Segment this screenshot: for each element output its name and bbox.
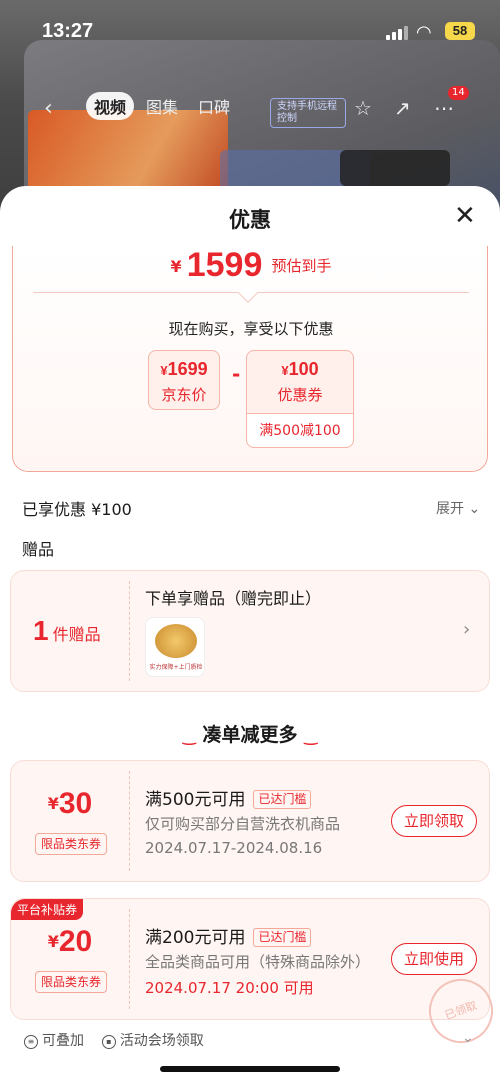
wifi-icon: ◠	[416, 22, 432, 43]
more-icon[interactable]: ⋯	[434, 96, 454, 120]
cellular-signal-icon	[386, 26, 408, 40]
coupon-type: 限品类东券	[35, 971, 107, 993]
currency-symbol: ¥	[170, 257, 182, 276]
gift-count: 1 件赠品	[33, 615, 101, 646]
smile-left-icon: ‿	[182, 726, 196, 745]
gift-section-label: 赠品	[22, 540, 55, 559]
coupon-label: 优惠券	[277, 386, 323, 404]
status-time: 13:27	[42, 20, 94, 42]
more-section-title: ‿ 凑单减更多 ‿	[182, 724, 318, 746]
discount-sheet: 优惠 ✕ ¥ 1599 预估到手 现在购买，享受以下优惠 ¥1699 京东价 -…	[0, 186, 500, 1082]
product-tabs-bar: ‹ 视频 图集 口碑 支持手机远程控制 ☆ ↗ ⋯ 14	[44, 86, 469, 128]
chevron-down-icon[interactable]: ⌄	[462, 1030, 474, 1046]
minus-operator: -	[232, 362, 241, 386]
notification-badge: 14	[448, 86, 469, 100]
claim-coupon-button[interactable]: 立即领取	[391, 805, 477, 837]
estimated-price-label: 预估到手	[271, 257, 332, 275]
price-breakdown-box: ¥ 1599 预估到手 现在购买，享受以下优惠 ¥1699 京东价 - ¥100…	[12, 246, 488, 472]
coupon-validity: 2024.07.17-2024.08.16	[145, 839, 323, 857]
phone-app-image	[340, 150, 450, 186]
coupon-condition: 满200元可用 已达门槛	[145, 923, 312, 948]
home-indicator	[160, 1066, 340, 1072]
close-icon[interactable]: ✕	[454, 202, 476, 230]
jd-price-label: 京东价	[161, 386, 207, 404]
coupon-condition: 满500元可用 已达门槛	[145, 785, 312, 810]
status-bar: 13:27 ◠ 58	[0, 0, 500, 60]
platform-subsidy-tag: 平台补贴券	[11, 899, 84, 920]
coupon-description: 全品类商品可用（特殊商品除外）	[145, 953, 371, 971]
card-separator	[129, 909, 130, 1009]
sheet-title: 优惠	[229, 208, 271, 232]
coupon-box: ¥100 优惠券	[246, 350, 354, 414]
jd-price-value: ¥1699	[160, 359, 208, 379]
card-separator	[129, 581, 130, 681]
tab-reviews[interactable]: 口碑	[190, 92, 238, 120]
enjoyed-discount: 已享优惠 ¥100	[22, 500, 132, 519]
back-icon[interactable]: ‹	[44, 96, 53, 121]
use-coupon-button[interactable]: 立即使用	[391, 943, 477, 975]
stackable-icon: ≡	[24, 1035, 38, 1049]
coupon-amount: ¥20	[47, 925, 93, 958]
coupon-type: 限品类东券	[35, 833, 107, 855]
estimated-price-value: 1599	[186, 246, 263, 284]
stackable-label: 可叠加	[42, 1033, 84, 1049]
gift-seal-icon	[155, 624, 197, 658]
tab-video[interactable]: 视频	[86, 92, 135, 120]
smile-right-icon: ‿	[304, 726, 318, 745]
estimated-price: ¥ 1599 预估到手	[13, 246, 489, 285]
chevron-right-icon: ›	[463, 619, 471, 640]
coupon-card: ¥30 限品类东券 满500元可用 已达门槛 仅可购买部分自营洗衣机商品 2024…	[10, 760, 490, 882]
coupon-amount: ¥30	[47, 787, 93, 820]
threshold-badge: 已达门槛	[253, 790, 312, 809]
tab-gallery[interactable]: 图集	[138, 92, 186, 120]
buy-now-text: 现在购买，享受以下优惠	[168, 320, 334, 338]
divider-notch	[238, 283, 258, 303]
favorite-icon[interactable]: ☆	[354, 96, 372, 120]
share-icon[interactable]: ↗	[394, 96, 411, 120]
coupon-value: ¥100	[281, 359, 319, 379]
feature-pill: 支持手机远程控制	[270, 98, 346, 128]
expand-toggle[interactable]: 展开 ⌄	[436, 498, 480, 518]
coupon-condition: 满500减100	[246, 414, 354, 448]
coupon-card: 平台补贴券 ¥20 限品类东券 满200元可用 已达门槛 全品类商品可用（特殊商品…	[10, 898, 500, 1053]
coupon-description: 仅可购买部分自营洗衣机商品	[145, 815, 341, 833]
coupon-footer: ≡ 可叠加 ▪ 活动会场领取 ⌄	[24, 1030, 484, 1050]
gift-thumbnail[interactable]: 实力保障+上门质检	[145, 617, 205, 677]
threshold-badge: 已达门槛	[253, 928, 312, 947]
battery-icon: 58	[445, 22, 475, 40]
gift-title: 下单享赠品（赠完即止）	[145, 589, 322, 608]
jd-price-box: ¥1699 京东价	[148, 350, 220, 410]
card-separator	[129, 771, 130, 871]
venue-icon: ▪	[101, 1035, 116, 1049]
gift-card[interactable]: 1 件赠品 下单享赠品（赠完即止） 实力保障+上门质检 ›	[10, 570, 490, 692]
venue-label: 活动会场领取	[119, 1033, 204, 1049]
coupon-validity: 2024.07.17 20:00 可用	[145, 979, 314, 997]
gift-thumb-caption: 实力保障+上门质检	[149, 664, 203, 671]
